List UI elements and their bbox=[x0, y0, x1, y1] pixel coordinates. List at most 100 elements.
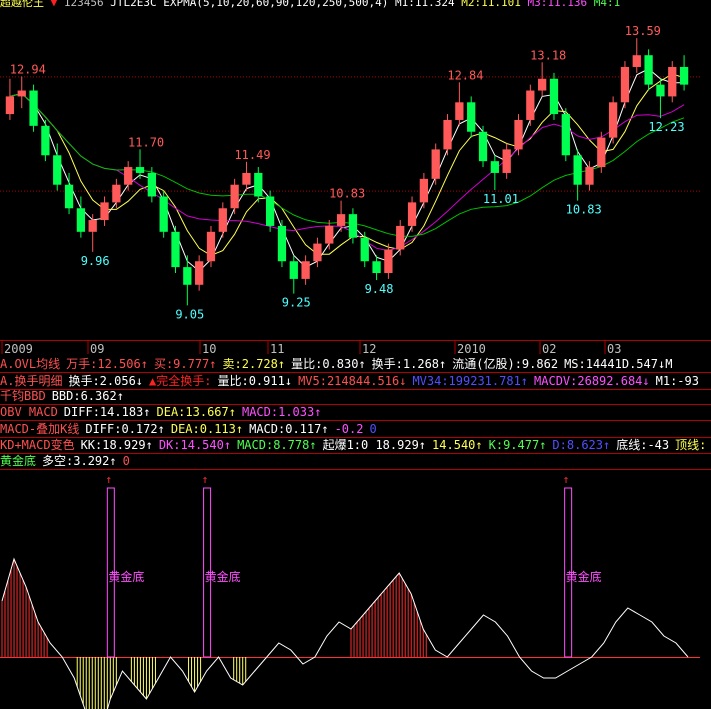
header-m1: M1:11.324 bbox=[395, 0, 455, 9]
x-axis-label: 2009 bbox=[4, 342, 33, 356]
golden-bottom-label: 黄金底 bbox=[108, 569, 144, 584]
candle-body bbox=[360, 237, 369, 262]
candle-body bbox=[254, 172, 263, 197]
row-obv: OBV MACD DIFF:14.183↑ DEA:13.667↑ MACD:1.03… bbox=[0, 404, 711, 420]
candle-body bbox=[502, 149, 511, 173]
candle-body bbox=[538, 78, 547, 91]
candle-body bbox=[313, 243, 322, 262]
low-price-label: 9.25 bbox=[282, 296, 311, 310]
x-axis-label: 12 bbox=[362, 342, 376, 356]
candle-body bbox=[242, 172, 251, 185]
candle-body bbox=[100, 202, 109, 221]
candle-body bbox=[668, 66, 677, 97]
candle-body bbox=[644, 55, 653, 85]
low-price-label: 9.05 bbox=[175, 307, 204, 321]
candle-body bbox=[112, 184, 121, 203]
high-price-label: 13.59 bbox=[625, 24, 661, 38]
indicator-value: 量比:0.830↑ bbox=[291, 357, 366, 371]
indicator-value: 换手:1.268↑ bbox=[371, 357, 447, 371]
indicator-value: DEA:13.667↑ bbox=[156, 405, 236, 419]
high-price-label: 11.49 bbox=[234, 148, 270, 162]
indicator-value: K:9.477↑ bbox=[488, 438, 547, 452]
indicator-value: A.OVL均线 bbox=[0, 357, 61, 371]
indicator-value: 黄金底 bbox=[0, 454, 37, 468]
candle-body bbox=[289, 261, 298, 279]
indicator-value: MACDV:26892.684↓ bbox=[534, 374, 650, 388]
candle-body bbox=[325, 225, 334, 244]
signal-arrow-icon: ↑ bbox=[563, 473, 570, 486]
indicator-value: 0 bbox=[122, 454, 130, 468]
indicator-value: 流通(亿股):9.862 bbox=[452, 357, 559, 371]
x-axis-label: 03 bbox=[607, 342, 621, 356]
ma-yellow-line bbox=[9, 73, 685, 256]
x-axis-label: 2010 bbox=[457, 342, 486, 356]
candle-body bbox=[478, 131, 488, 162]
indicator-value: 量比:0.911↓ bbox=[217, 374, 293, 388]
candle-body bbox=[573, 155, 582, 185]
indicator-value: MACD-叠加K线 bbox=[0, 422, 80, 436]
indicator-value: DIFF:0.172↑ bbox=[85, 422, 165, 436]
low-price-label: 9.48 bbox=[365, 282, 394, 296]
candle-body bbox=[455, 102, 464, 120]
candle-body bbox=[147, 172, 156, 197]
candle-body bbox=[514, 119, 523, 150]
indicator-value: 0 bbox=[369, 422, 377, 436]
indicator-value: DEA:0.113↑ bbox=[170, 422, 244, 436]
candle-body bbox=[407, 202, 417, 226]
low-price-label: 11.01 bbox=[483, 192, 519, 206]
candle-body bbox=[490, 161, 499, 173]
candle-body bbox=[620, 66, 630, 103]
candle-body bbox=[64, 184, 74, 209]
candle-body bbox=[679, 66, 689, 85]
golden-bottom-label: 黄金底 bbox=[566, 569, 602, 584]
candle-body bbox=[159, 196, 168, 232]
signal-arrow-icon: ↑ bbox=[202, 473, 209, 486]
row-kd: KD+MACD变色 KK:18.929↑ DK:14.540↑ MACD:8.778↑… bbox=[0, 437, 711, 453]
indicator-value: OBV MACD bbox=[0, 405, 58, 419]
indicator-value: 千钧BBD bbox=[0, 389, 46, 403]
row-turnover: A.换手明细 换手:2.056↓ ▲完全换手: 量比:0.911↓ MV5:214844… bbox=[0, 373, 711, 389]
indicator-value: 买:9.777↑ bbox=[153, 357, 217, 371]
candle-body bbox=[53, 155, 62, 185]
indicator-value: 底线:-43 bbox=[616, 438, 670, 452]
candle-body bbox=[171, 231, 180, 268]
indicator-value: 多空:3.292↑ bbox=[42, 454, 117, 468]
low-price-label: 12.23 bbox=[648, 120, 684, 134]
indicator-value: MS:14441D.547↓M bbox=[564, 357, 673, 371]
low-price-label: 9.96 bbox=[81, 254, 110, 268]
candle-body bbox=[76, 208, 86, 232]
indicator-value: KK:18.929↑ bbox=[80, 438, 153, 452]
candle-body bbox=[218, 208, 227, 232]
candle-body bbox=[372, 261, 381, 274]
chart-canvas: 12.94 11.70 11.49 10.83 12.84 13.18 13.59 9.96 9… bbox=[0, 24, 711, 709]
x-axis-label: 11 bbox=[270, 342, 284, 356]
row-bbd: 千钧BBD BBD:6.362↑ bbox=[0, 388, 711, 404]
indicator-value: 卖:2.728↑ bbox=[222, 357, 286, 371]
golden-bottom-label: 黄金底 bbox=[205, 569, 241, 584]
row-golden: 黄金底 多空:3.292↑ 0 bbox=[0, 453, 711, 469]
candle-body bbox=[336, 214, 346, 226]
header-m4: M4:1 bbox=[593, 0, 621, 9]
candle-body bbox=[597, 137, 606, 168]
indicator-value: 万手:12.506↑ bbox=[66, 357, 148, 371]
indicator-value: ▲完全换手: bbox=[149, 374, 212, 388]
indicator-value: MV34:199231.781↑ bbox=[412, 374, 529, 388]
candle-body bbox=[265, 196, 275, 226]
indicator-value: DIFF:14.183↑ bbox=[63, 405, 151, 419]
indicator-value: -0.2 bbox=[334, 422, 364, 436]
high-price-label: 10.83 bbox=[329, 187, 365, 201]
header: 超越伦王 ▼ 123456 JTL2E3C EXPMA(5,10,20,60,9… bbox=[0, 0, 711, 9]
candle-body bbox=[632, 55, 641, 67]
candle-body bbox=[5, 96, 15, 115]
candle-body bbox=[17, 90, 26, 97]
candle-body bbox=[301, 261, 310, 279]
header-value: 123456 bbox=[63, 0, 104, 9]
candle-body bbox=[467, 102, 476, 132]
candle-body bbox=[561, 114, 570, 156]
high-price-label: 11.70 bbox=[128, 135, 164, 149]
row-ovl: A.OVL均线 万手:12.506↑ 买:9.777↑ 卖:2.728↑ 量比:0.83… bbox=[0, 356, 711, 372]
indicator-value: 起爆1:0 18.929↑ bbox=[322, 438, 427, 452]
indicator-value: M1:-93 bbox=[655, 374, 699, 388]
candle-body bbox=[384, 249, 393, 274]
candle-body bbox=[277, 225, 287, 262]
